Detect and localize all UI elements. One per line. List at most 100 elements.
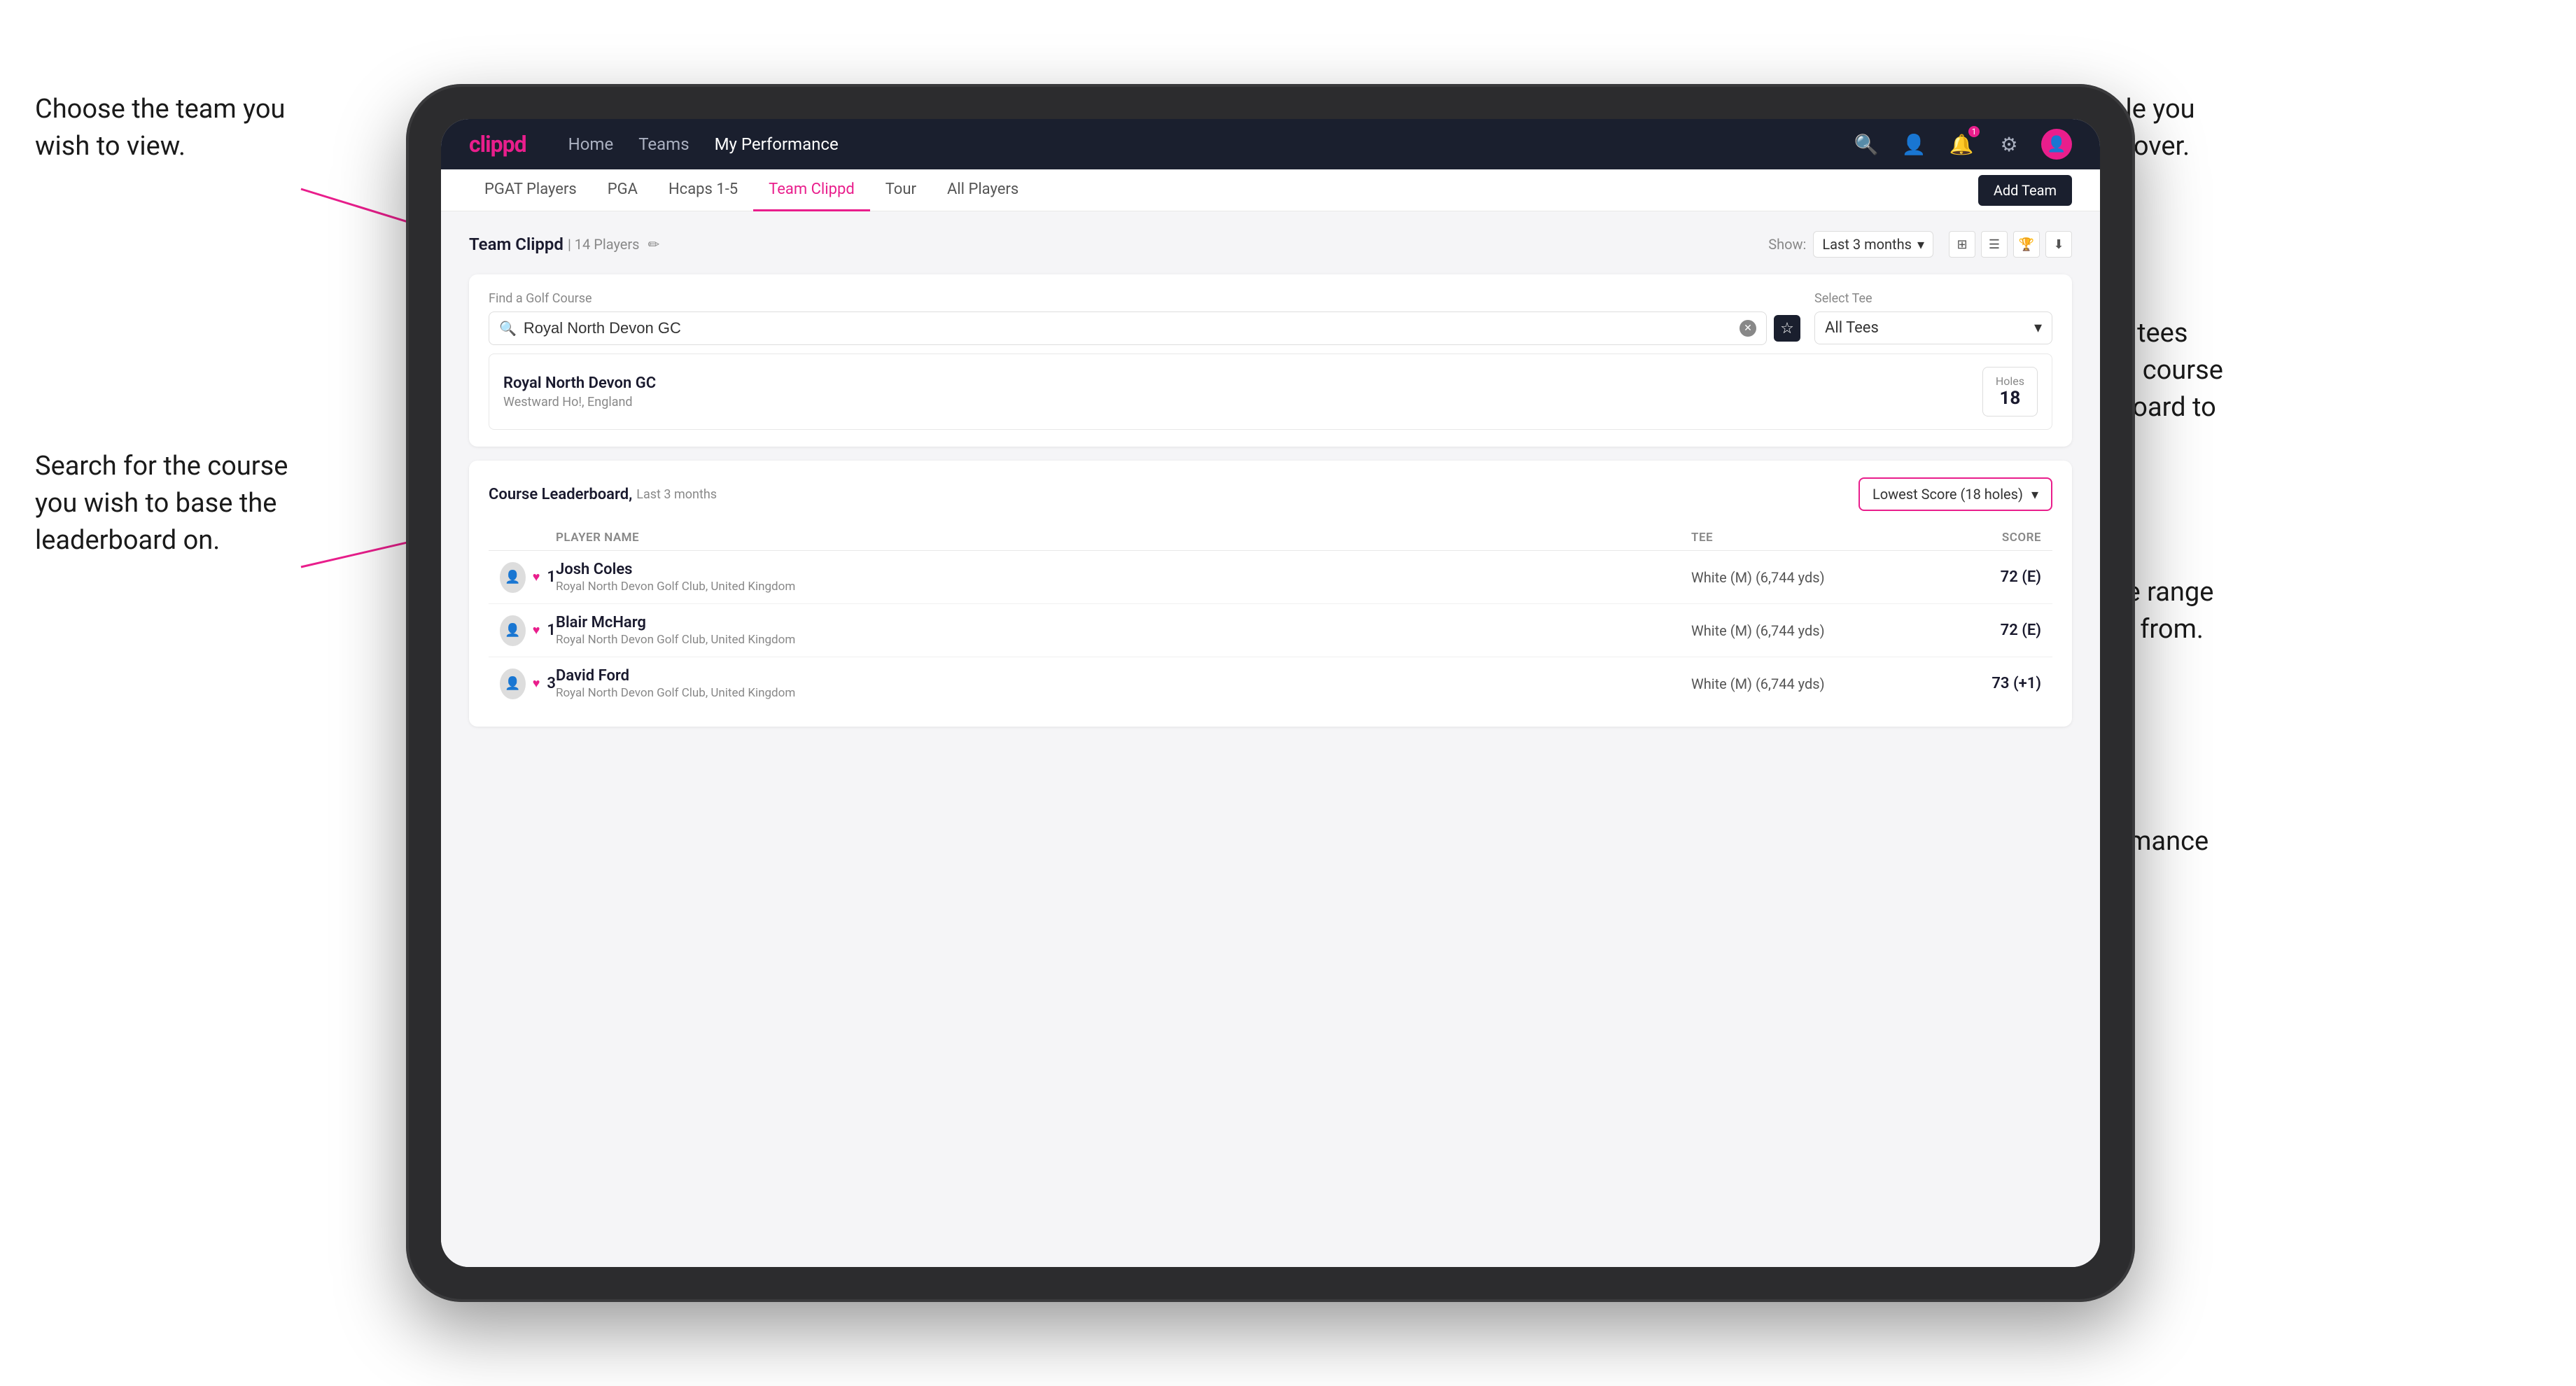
tee-cell-3: White (M) (6,744 yds): [1691, 676, 1901, 692]
select-tee-col: Select Tee All Tees ▾: [1814, 291, 2052, 344]
subnav-tour[interactable]: Tour: [870, 169, 932, 211]
annotation-middle-left: Search for the course you wish to base t…: [35, 448, 288, 560]
score-type-chevron-icon: ▾: [2031, 486, 2038, 503]
score-cell-3: 73 (+1): [1901, 675, 2041, 692]
holes-badge: Holes 18: [1982, 367, 2038, 416]
show-dropdown[interactable]: Last 3 months ▾: [1813, 231, 1933, 258]
clear-search-button[interactable]: ✕: [1740, 320, 1756, 337]
col-header-blank: [500, 531, 556, 545]
heart-icon-1[interactable]: ♥: [533, 570, 540, 584]
team-header: Team Clippd | 14 Players ✏ Show: Last 3 …: [469, 231, 2072, 258]
col-header-score: SCORE: [1901, 531, 2041, 545]
view-icons: ⊞ ☰ 🏆 ⬇: [1949, 231, 2072, 258]
player-avatar-1: 👤: [500, 562, 526, 593]
score-type-value: Lowest Score (18 holes): [1872, 486, 2023, 503]
subnav-all-players[interactable]: All Players: [932, 169, 1034, 211]
score-cell-2: 72 (E): [1901, 622, 2041, 639]
leaderboard-title: Course Leaderboard,: [489, 486, 632, 503]
person-icon[interactable]: 👤: [1898, 129, 1929, 160]
player-name-2: Blair McHarg: [556, 614, 1691, 631]
dropdown-chevron-icon: ▾: [1917, 236, 1924, 253]
table-row: 👤 ♥ 3 David Ford Royal North Devon Golf …: [489, 657, 2052, 710]
rank-number-2: 1: [547, 622, 556, 639]
course-search-input[interactable]: [524, 319, 1732, 337]
course-search-input-wrapper[interactable]: 🔍 ✕: [489, 312, 1767, 345]
team-title: Team Clippd: [469, 234, 564, 254]
col-header-tee: TEE: [1691, 531, 1901, 545]
heart-icon-2[interactable]: ♥: [533, 623, 540, 638]
rank-cell-1: 👤 ♥ 1: [500, 562, 556, 593]
add-team-button[interactable]: Add Team: [1978, 175, 2072, 206]
player-club-1: Royal North Devon Golf Club, United King…: [556, 580, 1691, 594]
tee-cell-1: White (M) (6,744 yds): [1691, 569, 1901, 586]
tee-chevron-icon: ▾: [2034, 319, 2042, 337]
trophy-icon[interactable]: 🏆: [2013, 231, 2040, 258]
rank-cell-2: 👤 ♥ 1: [500, 615, 556, 646]
holes-number: 18: [1996, 388, 2024, 409]
search-row: Find a Golf Course 🔍 ✕ ☆ Select Tee: [489, 291, 2052, 345]
favorite-button[interactable]: ☆: [1774, 315, 1800, 342]
course-result: Royal North Devon GC Westward Ho!, Engla…: [489, 354, 2052, 430]
player-club-3: Royal North Devon Golf Club, United King…: [556, 686, 1691, 700]
search-magnifier-icon: 🔍: [499, 320, 517, 337]
leaderboard-subtitle: Last 3 months: [636, 487, 717, 502]
grid-view-button[interactable]: ⊞: [1949, 231, 1975, 258]
avatar-icon[interactable]: 👤: [2041, 129, 2072, 160]
bell-icon[interactable]: 🔔 1: [1946, 129, 1977, 160]
leaderboard-header: Course Leaderboard, Last 3 months Lowest…: [489, 477, 2052, 511]
nav-links: Home Teams My Performance: [568, 134, 1823, 154]
rank-number-1: 1: [547, 568, 556, 586]
heart-icon-3[interactable]: ♥: [533, 676, 540, 691]
tablet-screen: clippd Home Teams My Performance 🔍 👤 🔔 1…: [441, 119, 2100, 1267]
notification-badge: 1: [1968, 126, 1980, 137]
course-location: Westward Ho!, England: [503, 395, 656, 410]
top-navbar: clippd Home Teams My Performance 🔍 👤 🔔 1…: [441, 119, 2100, 169]
course-name: Royal North Devon GC: [503, 374, 656, 392]
nav-icons: 🔍 👤 🔔 1 ⚙ 👤: [1851, 129, 2072, 160]
tablet-frame: clippd Home Teams My Performance 🔍 👤 🔔 1…: [406, 84, 2135, 1302]
table-row: 👤 ♥ 1 Blair McHarg Royal North Devon Gol…: [489, 604, 2052, 657]
player-name-3: David Ford: [556, 667, 1691, 685]
score-cell-1: 72 (E): [1901, 568, 2041, 586]
table-row: 👤 ♥ 1 Josh Coles Royal North Devon Golf …: [489, 551, 2052, 604]
tee-value: All Tees: [1825, 319, 1879, 337]
player-name-1: Josh Coles: [556, 561, 1691, 578]
list-view-button[interactable]: ☰: [1981, 231, 2008, 258]
logo: clippd: [469, 131, 526, 158]
nav-home[interactable]: Home: [568, 134, 614, 154]
tee-cell-2: White (M) (6,744 yds): [1691, 622, 1901, 639]
subnav-hcaps[interactable]: Hcaps 1-5: [653, 169, 753, 211]
nav-teams[interactable]: Teams: [638, 134, 689, 154]
subnav-team-clippd[interactable]: Team Clippd: [753, 169, 870, 211]
player-avatar-3: 👤: [500, 668, 526, 699]
player-cell-2: Blair McHarg Royal North Devon Golf Club…: [556, 614, 1691, 647]
subnav-pga[interactable]: PGA: [592, 169, 653, 211]
nav-my-performance[interactable]: My Performance: [715, 134, 839, 154]
show-text: Show:: [1768, 236, 1806, 253]
table-header: PLAYER NAME TEE SCORE: [489, 525, 2052, 551]
player-club-2: Royal North Devon Golf Club, United King…: [556, 633, 1691, 647]
leaderboard-table: PLAYER NAME TEE SCORE 👤 ♥ 1 Josh Coles: [489, 525, 2052, 710]
search-section: Find a Golf Course 🔍 ✕ ☆ Select Tee: [469, 274, 2072, 447]
sub-navbar: PGAT Players PGA Hcaps 1-5 Team Clippd T…: [441, 169, 2100, 211]
download-icon[interactable]: ⬇: [2045, 231, 2072, 258]
settings-icon[interactable]: ⚙: [1994, 129, 2024, 160]
leaderboard-section: Course Leaderboard, Last 3 months Lowest…: [469, 461, 2072, 727]
find-course-label: Find a Golf Course: [489, 291, 1800, 306]
edit-icon[interactable]: ✏: [648, 236, 660, 253]
holes-label: Holes: [1996, 374, 2024, 388]
show-value: Last 3 months: [1822, 236, 1912, 253]
team-subtitle: | 14 Players: [568, 236, 640, 253]
find-course-col: Find a Golf Course 🔍 ✕ ☆: [489, 291, 1800, 345]
subnav-pgat[interactable]: PGAT Players: [469, 169, 592, 211]
rank-cell-3: 👤 ♥ 3: [500, 668, 556, 699]
player-cell-3: David Ford Royal North Devon Golf Club, …: [556, 667, 1691, 700]
course-info: Royal North Devon GC Westward Ho!, Engla…: [503, 374, 656, 410]
col-header-player: PLAYER NAME: [556, 531, 1691, 545]
tee-dropdown[interactable]: All Tees ▾: [1814, 312, 2052, 344]
annotation-top-left: Choose the team you wish to view.: [35, 91, 285, 165]
score-type-dropdown[interactable]: Lowest Score (18 holes) ▾: [1858, 477, 2052, 511]
select-tee-label: Select Tee: [1814, 291, 2052, 306]
search-icon[interactable]: 🔍: [1851, 129, 1882, 160]
show-label-group: Show: Last 3 months ▾ ⊞ ☰ 🏆 ⬇: [1768, 231, 2072, 258]
